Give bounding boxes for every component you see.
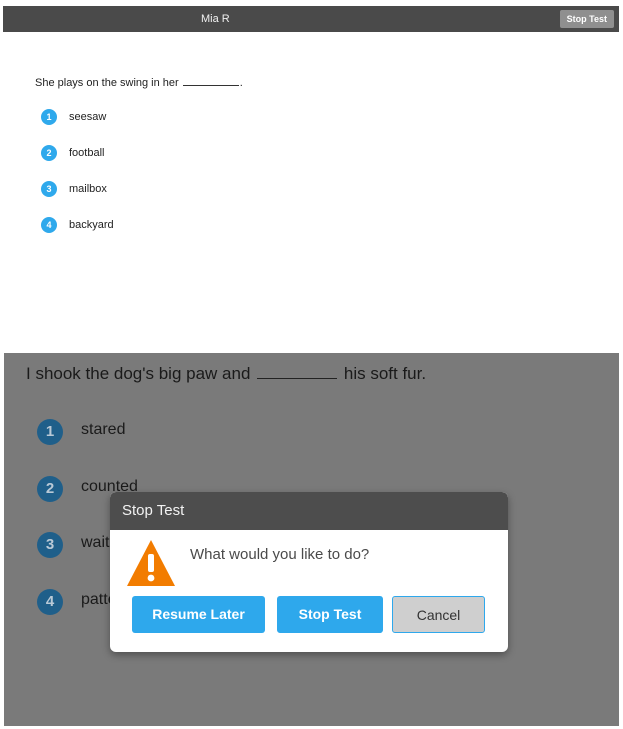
question-prefix: She plays on the swing in her — [35, 77, 182, 89]
student-name: Mia R — [201, 13, 230, 25]
cancel-button[interactable]: Cancel — [392, 596, 485, 633]
stop-test-confirm-button[interactable]: Stop Test — [277, 596, 383, 633]
question-panel-bottom: I shook the dog's big paw and his soft f… — [4, 353, 619, 726]
dialog-prompt: What would you like to do? — [190, 546, 370, 563]
top-bar: Mia R Stop Test — [3, 6, 619, 32]
resume-later-button[interactable]: Resume Later — [132, 596, 265, 633]
answer-blank — [257, 363, 338, 379]
option-label: stared — [81, 421, 126, 438]
option-number-badge: 3 — [37, 532, 63, 558]
option-number-badge: 3 — [41, 181, 57, 197]
option-number-badge: 4 — [37, 589, 63, 615]
stop-test-dialog: Stop Test What would you like to do? Res… — [110, 492, 508, 652]
question-panel-top: Mia R Stop Test She plays on the swing i… — [3, 6, 619, 261]
warning-icon — [127, 540, 175, 586]
option-number-badge: 2 — [37, 476, 63, 502]
answer-blank — [182, 76, 239, 86]
option-label: football — [69, 147, 105, 159]
question-suffix: . — [239, 77, 243, 89]
option-label: seesaw — [69, 111, 107, 123]
dialog-header: Stop Test — [110, 492, 508, 530]
question-text: She plays on the swing in her . — [35, 76, 243, 89]
question-suffix: his soft fur. — [339, 364, 427, 383]
option-label: backyard — [69, 219, 114, 231]
option-number-badge: 4 — [41, 217, 57, 233]
question-prefix: I shook the dog's big paw and — [26, 364, 256, 383]
option-label: mailbox — [69, 183, 107, 195]
question-text: I shook the dog's big paw and his soft f… — [26, 363, 426, 384]
option-number-badge: 1 — [37, 419, 63, 445]
option-number-badge: 1 — [41, 109, 57, 125]
option-number-badge: 2 — [41, 145, 57, 161]
dialog-title: Stop Test — [122, 502, 185, 519]
stop-test-button[interactable]: Stop Test — [559, 10, 614, 28]
